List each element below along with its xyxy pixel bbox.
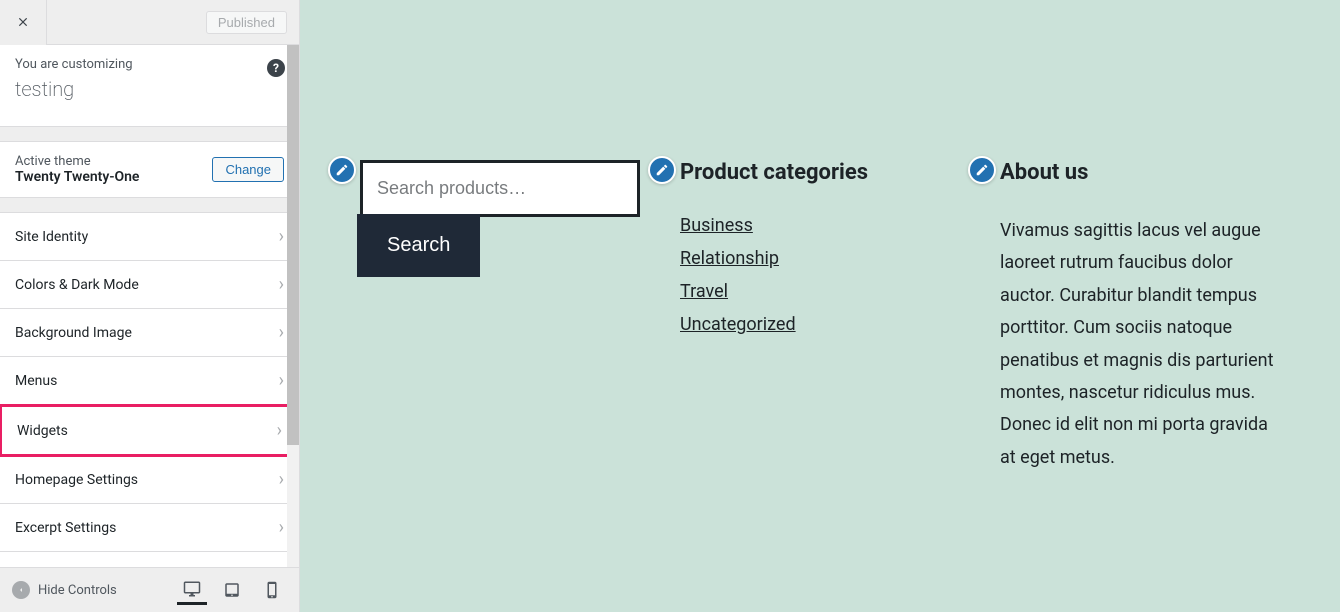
categories-title: Product categories [680, 160, 960, 185]
chevron-right-icon: › [277, 420, 282, 441]
sidebar-scroll: You are customizing testing ? Active the… [0, 45, 299, 567]
widget-search: Search [360, 160, 640, 582]
menu-item-label: Menus [15, 373, 57, 389]
menu-item-widgets[interactable]: Widgets › [0, 404, 299, 457]
category-link[interactable]: Uncategorized [680, 314, 796, 335]
chevron-right-icon: › [279, 274, 284, 295]
collapse-icon [12, 581, 30, 599]
hide-controls-label: Hide Controls [38, 583, 117, 598]
close-icon [16, 15, 30, 29]
menu-list: Site Identity › Colors & Dark Mode › Bac… [0, 213, 299, 567]
help-icon[interactable]: ? [267, 59, 285, 77]
search-input[interactable] [360, 160, 640, 217]
menu-item-site-identity[interactable]: Site Identity › [0, 213, 299, 261]
theme-section: Active theme Twenty Twenty-One Change [0, 142, 299, 198]
scrollbar-track[interactable] [287, 45, 299, 567]
menu-item-label: Homepage Settings [15, 472, 138, 488]
spacer [0, 198, 299, 213]
published-button[interactable]: Published [206, 11, 287, 34]
edit-widget-button[interactable] [328, 156, 356, 184]
category-link[interactable]: Travel [680, 281, 728, 302]
device-tablet-icon[interactable] [217, 575, 247, 605]
pencil-icon [975, 163, 989, 177]
chevron-right-icon: › [279, 370, 284, 391]
chevron-right-icon: › [279, 517, 284, 538]
pencil-icon [335, 163, 349, 177]
menu-item-menus[interactable]: Menus › [0, 357, 299, 405]
spacer [0, 127, 299, 142]
customizer-sidebar: Published You are customizing testing ? … [0, 0, 300, 612]
menu-item-label: Background Image [15, 325, 132, 341]
device-mobile-icon[interactable] [257, 575, 287, 605]
menu-item-background-image[interactable]: Background Image › [0, 309, 299, 357]
sidebar-footer: Hide Controls [0, 567, 299, 612]
menu-item-label: Colors & Dark Mode [15, 277, 139, 293]
widget-about: About us Vivamus sagittis lacus vel augu… [1000, 160, 1280, 582]
menu-item-colors[interactable]: Colors & Dark Mode › [0, 261, 299, 309]
preview-pane: Search Product categories Business Relat… [300, 0, 1340, 612]
chevron-right-icon: › [279, 226, 284, 247]
category-link[interactable]: Relationship [680, 248, 779, 269]
theme-name: Twenty Twenty-One [15, 169, 139, 185]
device-desktop-icon[interactable] [177, 575, 207, 605]
pencil-icon [655, 163, 669, 177]
site-name: testing [15, 77, 284, 101]
menu-item-label: Excerpt Settings [15, 520, 116, 536]
customizing-info: You are customizing testing ? [0, 45, 299, 127]
chevron-right-icon: › [279, 322, 284, 343]
hide-controls-button[interactable]: Hide Controls [12, 581, 117, 599]
menu-item-label: Widgets [17, 423, 68, 439]
about-text: Vivamus sagittis lacus vel augue laoreet… [1000, 215, 1280, 474]
about-title: About us [1000, 160, 1280, 185]
menu-item-homepage-settings[interactable]: Homepage Settings › [0, 456, 299, 504]
edit-widget-button[interactable] [648, 156, 676, 184]
categories-list: Business Relationship Travel Uncategoriz… [680, 215, 960, 335]
theme-label: Active theme [15, 154, 139, 169]
widget-categories: Product categories Business Relationship… [680, 160, 960, 582]
change-theme-button[interactable]: Change [212, 157, 284, 182]
search-button[interactable]: Search [357, 214, 480, 277]
scrollbar-thumb[interactable] [287, 45, 299, 445]
device-icons [177, 575, 287, 605]
chevron-right-icon: › [279, 469, 284, 490]
menu-item-woocommerce[interactable]: WooCommerce › [0, 552, 299, 567]
sidebar-header: Published [0, 0, 299, 45]
menu-item-label: Site Identity [15, 229, 88, 245]
menu-item-excerpt-settings[interactable]: Excerpt Settings › [0, 504, 299, 552]
customizing-label: You are customizing [15, 57, 284, 72]
edit-widget-button[interactable] [968, 156, 996, 184]
category-link[interactable]: Business [680, 215, 753, 236]
close-button[interactable] [0, 0, 47, 45]
